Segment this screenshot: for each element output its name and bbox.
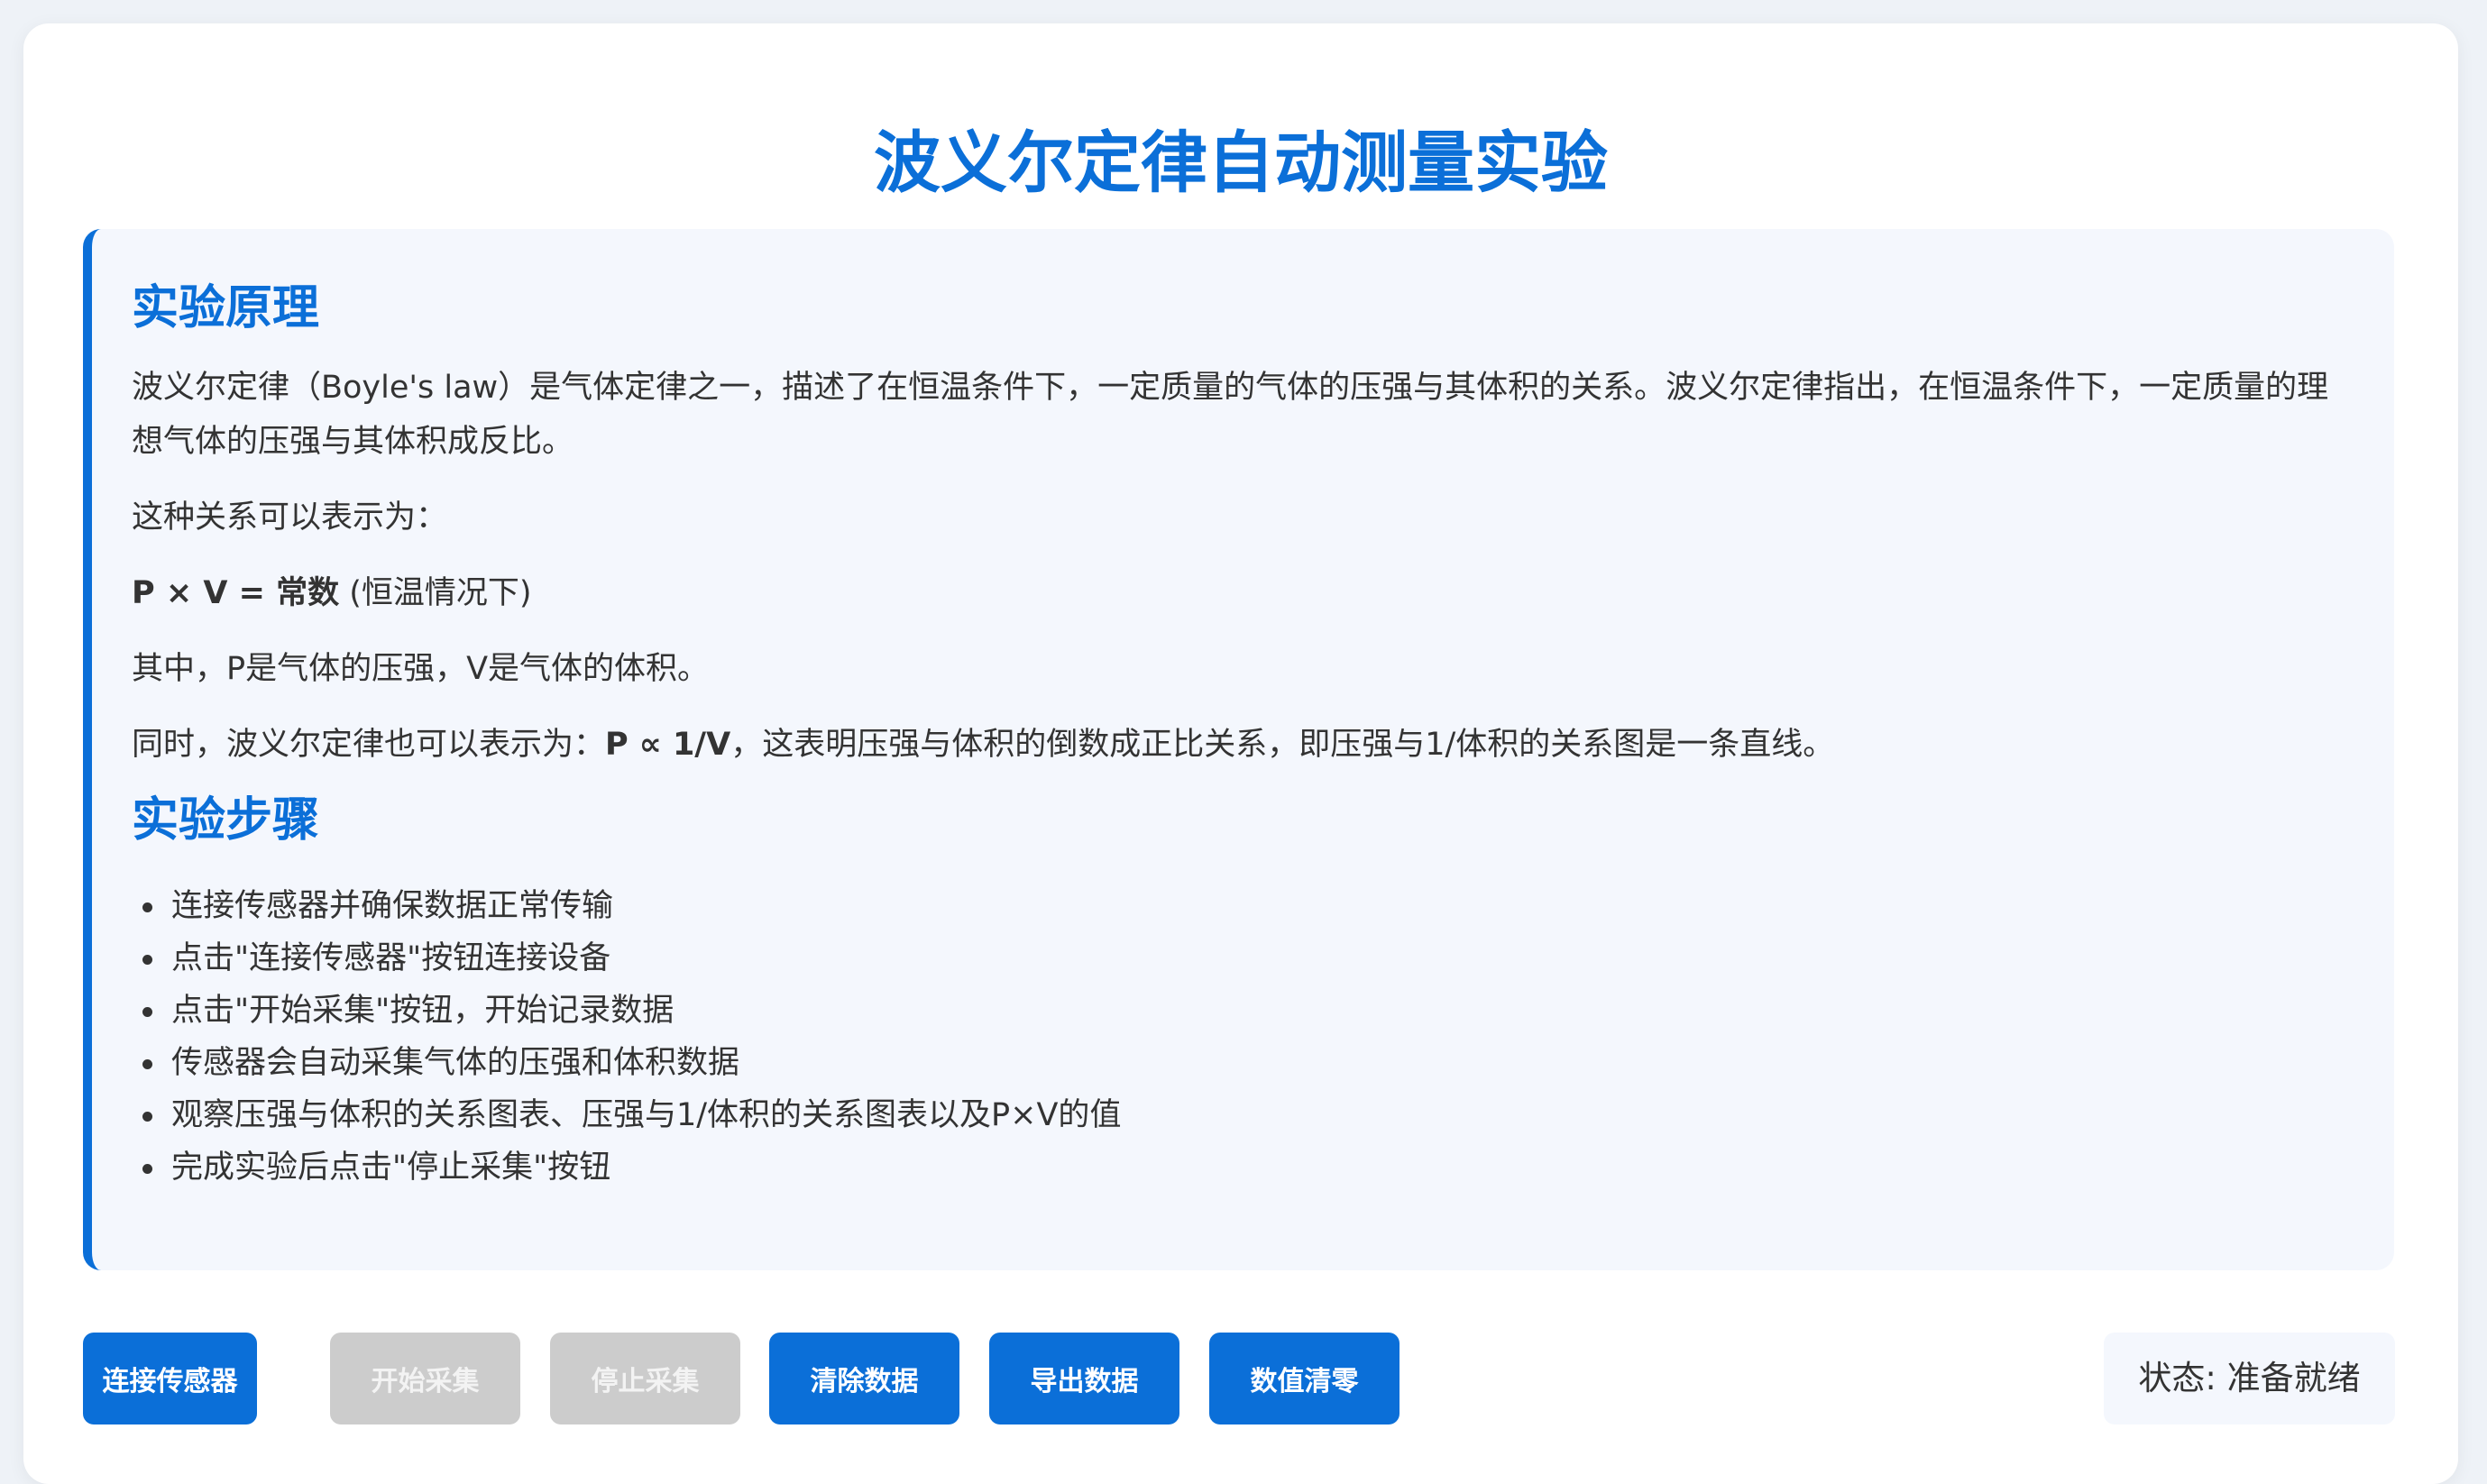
step-item: 点击"开始采集"按钮，开始记录数据 — [132, 985, 2354, 1037]
export-data-button[interactable]: 导出数据 — [989, 1333, 1179, 1424]
step-item: 传感器会自动采集气体的压强和体积数据 — [132, 1037, 2354, 1089]
status-indicator: 状态: 准备就绪 — [2104, 1333, 2395, 1424]
principle-paragraph-5: 同时，波义尔定律也可以表示为：P ∝ 1/V，这表明压强与体积的倒数成正比关系，… — [132, 718, 2354, 772]
steps-heading: 实验步骤 — [132, 793, 320, 847]
formula-bold: P × V = 常数 — [132, 575, 340, 611]
principle-heading: 实验原理 — [132, 281, 320, 335]
paragraph-5-suffix: ，这表明压强与体积的倒数成正比关系，即压强与1/体积的关系图是一条直线。 — [730, 727, 1835, 763]
step-item: 连接传感器并确保数据正常传输 — [132, 880, 2354, 932]
connect-sensor-button[interactable]: 连接传感器 — [83, 1333, 257, 1424]
start-collection-button[interactable]: 开始采集 — [330, 1333, 520, 1424]
page-title: 波义尔定律自动测量实验 — [874, 124, 1608, 202]
principle-paragraph-4: 其中，P是气体的压强，V是气体的体积。 — [132, 651, 710, 687]
steps-list: 连接传感器并确保数据正常传输 点击"连接传感器"按钮连接设备 点击"开始采集"按… — [132, 880, 2354, 1194]
info-panel: 实验原理 波义尔定律（Boyle's law）是气体定律之一，描述了在恒温条件下… — [83, 229, 2394, 1270]
zero-values-button[interactable]: 数值清零 — [1209, 1333, 1400, 1424]
clear-data-button[interactable]: 清除数据 — [769, 1333, 959, 1424]
main-card: 波义尔定律自动测量实验 实验原理 波义尔定律（Boyle's law）是气体定律… — [23, 23, 2458, 1484]
paragraph-5-prefix: 同时，波义尔定律也可以表示为： — [132, 727, 606, 763]
step-item: 完成实验后点击"停止采集"按钮 — [132, 1141, 2354, 1194]
principle-paragraph-2: 这种关系可以表示为： — [132, 499, 448, 536]
principle-paragraph-1: 波义尔定律（Boyle's law）是气体定律之一，描述了在恒温条件下，一定质量… — [132, 370, 2329, 460]
step-item: 观察压强与体积的关系图表、压强与1/体积的关系图表以及P×V的值 — [132, 1089, 2354, 1141]
step-item: 点击"连接传感器"按钮连接设备 — [132, 932, 2354, 985]
formula-line: P × V = 常数 (恒温情况下) — [132, 566, 2354, 620]
stop-collection-button[interactable]: 停止采集 — [550, 1333, 740, 1424]
formula-note: (恒温情况下) — [339, 575, 532, 611]
proportional-formula: P ∝ 1/V — [605, 727, 731, 763]
